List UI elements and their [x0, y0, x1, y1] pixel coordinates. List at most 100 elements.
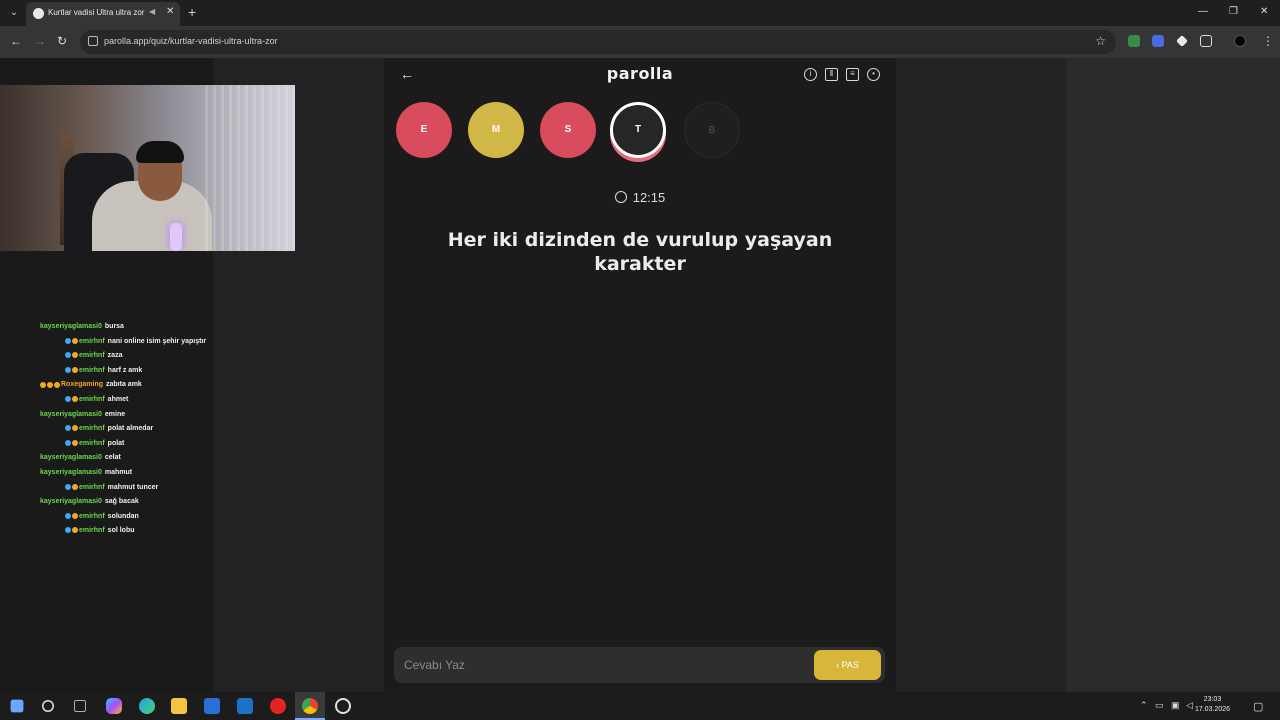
chrome-icon[interactable] [302, 698, 318, 714]
browser-toolbar: ← → ↻ parolla.app/quiz/kurtlar-vadisi-ul… [0, 26, 1280, 58]
chat-badges [65, 422, 79, 437]
extension-audio-icon[interactable] [1152, 35, 1164, 47]
minimize-button[interactable]: — [1198, 6, 1208, 17]
chat-badge-icon [72, 483, 78, 490]
taskbar-clock[interactable]: 23:03 17.03.2026 [1195, 695, 1230, 715]
tray-display-icon[interactable]: ▭ [1155, 700, 1164, 711]
chat-username: kayseriyaglamasi0 [40, 468, 102, 476]
chevron-right-icon: › [836, 660, 840, 670]
opera-icon[interactable] [270, 698, 286, 714]
url-text[interactable]: parolla.app/quiz/kurtlar-vadisi-ultra-ul… [104, 36, 278, 46]
store-icon[interactable] [204, 698, 220, 714]
extensions-puzzle-icon[interactable] [1200, 35, 1212, 47]
chat-badges [65, 393, 79, 408]
copilot-icon[interactable] [106, 698, 122, 714]
chat-badges [65, 349, 79, 364]
letter-m: M [468, 102, 524, 158]
tab-close-icon[interactable]: ✕ [166, 6, 174, 17]
forward-arrow-icon[interactable]: → [34, 34, 46, 48]
chat-badges [65, 437, 79, 452]
chat-username: kayseriyaglamasi0 [40, 410, 102, 418]
chat-text: mahmut [104, 468, 133, 476]
chat-badge-icon [65, 439, 71, 446]
chat-message: emirhnf harf z amk [0, 364, 220, 379]
new-tab-button[interactable]: + [188, 4, 196, 20]
tray-network-icon[interactable]: ▣ [1171, 700, 1180, 711]
app-header: ← parolla i ⫴ ≡ • [384, 58, 896, 92]
chat-username: emirhnf [79, 395, 105, 403]
tray-chevron-icon[interactable]: ⌃ [1140, 700, 1148, 711]
obs-icon[interactable] [335, 698, 351, 714]
edge-icon[interactable] [139, 698, 155, 714]
clock-icon [614, 191, 627, 203]
chat-username: kayseriyaglamasi0 [40, 498, 102, 506]
chat-badge-icon [72, 512, 78, 519]
file-explorer-icon[interactable] [171, 698, 187, 714]
chat-username: Roxegaming [61, 381, 104, 389]
task-view-icon[interactable] [74, 700, 86, 712]
letter-e: E [396, 102, 452, 158]
chat-message: kayseriyaglamasi0 emine [0, 408, 220, 423]
browser-menu-icon[interactable]: ⋮ [1262, 34, 1274, 48]
chat-badge-icon [54, 381, 60, 388]
leaderboard-icon[interactable]: ⫴ [825, 68, 838, 81]
chat-message: emirhnf polat almedar [0, 422, 220, 437]
clock-time: 23:03 [1203, 696, 1222, 703]
pass-button[interactable]: › PAS [814, 650, 881, 680]
user-icon[interactable]: • [867, 68, 880, 81]
tray-volume-icon[interactable]: ◁ [1186, 700, 1193, 711]
chat-message: emirhnf sol lobu [0, 524, 220, 539]
chat-badges [65, 510, 79, 525]
search-icon[interactable] [42, 700, 54, 712]
extension-shield-icon[interactable] [1128, 35, 1140, 47]
chat-message: emirhnf mahmut tuncer [0, 481, 220, 496]
quiz-app: ← parolla i ⫴ ≡ • EMSTB 12:15 Her iki di… [384, 58, 896, 692]
timer-value: 12:15 [632, 190, 666, 205]
comments-icon[interactable]: ≡ [846, 68, 859, 81]
webcam-curtain [205, 85, 295, 251]
site-info-icon[interactable] [88, 36, 98, 46]
chat-badge-icon [72, 337, 78, 344]
app-logo[interactable]: parolla [384, 64, 896, 83]
chat-badge-icon [65, 527, 71, 534]
address-bar[interactable]: parolla.app/quiz/kurtlar-vadisi-ultra-ul… [80, 30, 1116, 54]
chat-username: emirhnf [79, 527, 105, 535]
chat-username: emirhnf [79, 352, 105, 360]
webcam-hair [136, 141, 184, 163]
chat-badge-icon [72, 396, 78, 403]
chat-badge-icon [72, 352, 78, 359]
chat-username: emirhnf [79, 337, 105, 345]
tab-title: Kurtlar vadisi Ultra ultra zor [48, 8, 145, 17]
chat-badges [40, 378, 61, 393]
mail-icon[interactable] [237, 698, 253, 714]
answer-input[interactable] [404, 656, 794, 674]
info-icon[interactable]: i [804, 68, 817, 81]
letter-track: EMSTB [384, 102, 896, 162]
chat-badge-icon [72, 366, 78, 373]
notifications-icon[interactable]: ▢ [1253, 700, 1263, 713]
bookmark-star-icon[interactable]: ☆ [1095, 34, 1106, 48]
maximize-button[interactable]: ❐ [1229, 6, 1238, 17]
webcam-mic [170, 223, 182, 251]
browser-tab[interactable]: Kurtlar vadisi Ultra ultra zor ◀ ✕ [26, 2, 180, 26]
chat-badges [65, 481, 79, 496]
letter-s: S [540, 102, 596, 158]
back-arrow-icon[interactable]: ← [10, 34, 22, 48]
right-side-panel [1066, 58, 1280, 692]
page-content: kayseriyaglamasi0 bursa emirhnf nani online… [0, 58, 1280, 692]
start-icon[interactable] [10, 699, 24, 713]
webcam-overlay [0, 85, 295, 251]
tab-audio-icon[interactable]: ◀ [149, 7, 155, 16]
chat-text: zaza [107, 352, 123, 360]
reload-icon[interactable]: ↻ [57, 34, 67, 48]
profile-avatar[interactable] [1234, 35, 1246, 47]
chat-badges [65, 335, 79, 350]
chat-text: sol lobu [107, 527, 135, 535]
extension-diamond-icon[interactable] [1176, 35, 1188, 47]
pass-button-label: PAS [841, 660, 859, 670]
tab-search-chevron-icon[interactable]: ⌄ [6, 5, 22, 21]
chat-text: emine [104, 410, 126, 418]
chat-message: kayseriyaglamasi0 sağ bacak [0, 495, 220, 510]
close-window-button[interactable]: ✕ [1260, 6, 1268, 17]
tab-favicon-icon [33, 8, 44, 19]
